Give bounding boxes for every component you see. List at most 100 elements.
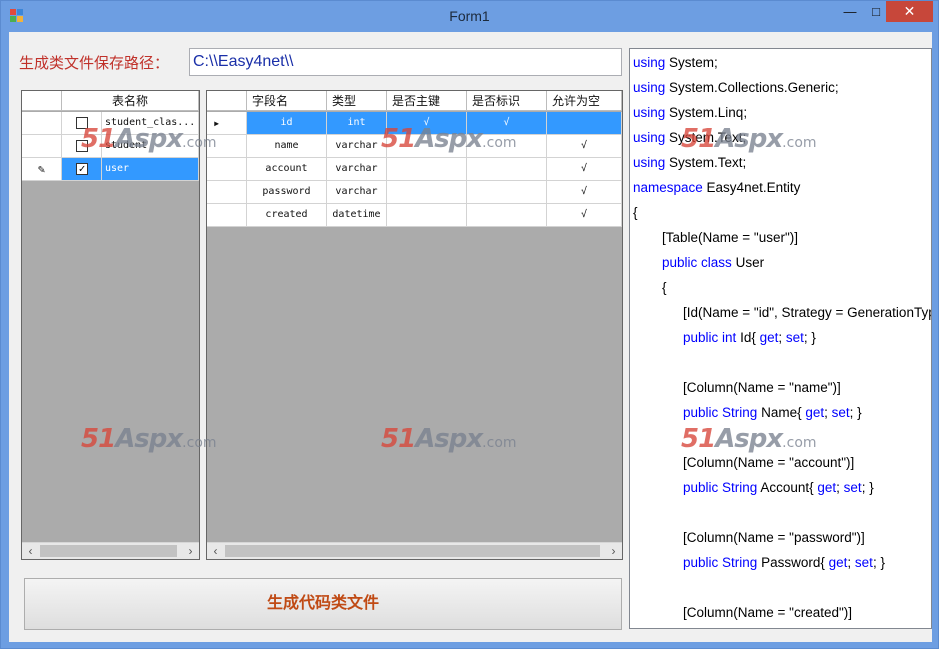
scroll-thumb[interactable] (40, 545, 177, 557)
code-token: [Column(Name = "account")] (683, 455, 855, 470)
minimize-button[interactable]: — (837, 1, 863, 22)
row-header[interactable] (22, 135, 62, 158)
code-token: String (722, 480, 758, 495)
field-type-cell[interactable]: varchar (327, 158, 387, 181)
close-button[interactable]: ✕ (886, 1, 933, 22)
scroll-left-icon[interactable]: ‹ (207, 543, 224, 559)
code-token: [Column(Name = "password")] (683, 530, 865, 545)
fields-hscrollbar[interactable]: ‹ › (207, 542, 622, 559)
row-header-corner (207, 91, 247, 111)
row-header[interactable] (207, 181, 247, 204)
column-header[interactable]: 字段名 (247, 91, 327, 111)
field-pk-cell[interactable] (387, 158, 467, 181)
watermark-text: 51 (381, 424, 416, 454)
watermark-text: .com (182, 135, 217, 151)
field-identity-cell[interactable] (467, 158, 547, 181)
watermark-text: .com (782, 435, 817, 451)
field-identity-cell[interactable] (467, 204, 547, 227)
field-nullable-cell[interactable]: √ (547, 158, 622, 181)
field-nullable-cell[interactable]: √ (547, 135, 622, 158)
scroll-right-icon[interactable]: › (605, 543, 622, 559)
field-pk-cell[interactable] (387, 181, 467, 204)
code-token: Account{ (757, 480, 818, 495)
code-line: public class User (662, 255, 764, 270)
code-token: public (683, 330, 719, 345)
field-type-cell[interactable]: int (327, 112, 387, 135)
field-name-cell[interactable]: name (247, 135, 327, 158)
field-identity-cell[interactable] (467, 181, 547, 204)
table-name-cell[interactable]: user (102, 158, 199, 181)
code-token: ; } (803, 330, 816, 345)
watermark-text: Aspx (115, 124, 183, 154)
row-header[interactable] (207, 158, 247, 181)
field-type-cell[interactable]: datetime (327, 204, 387, 227)
form-client-area: 生成类文件保存路径： C:\\Easy4net\\ 表名称 student_cl… (9, 32, 932, 642)
column-header[interactable]: 类型 (327, 91, 387, 111)
save-path-input[interactable]: C:\\Easy4net\\ (189, 48, 622, 76)
field-pk-cell[interactable] (387, 204, 467, 227)
row-header-corner (22, 91, 62, 111)
column-header[interactable]: 是否主键 (387, 91, 467, 111)
code-token: using (633, 55, 666, 70)
watermark-text: 51 (381, 124, 416, 154)
code-token: Password{ (757, 555, 829, 570)
code-token: using (633, 105, 666, 120)
title-bar[interactable]: Form1 — □ ✕ (1, 1, 938, 30)
code-line: public String Account{ get; set; } (683, 480, 874, 495)
field-nullable-cell[interactable] (547, 112, 622, 135)
field-nullable-cell[interactable]: √ (547, 181, 622, 204)
generate-code-button[interactable]: 生成代码类文件 (24, 578, 622, 630)
code-token: set (785, 330, 804, 345)
pencil-icon[interactable]: ✎ (22, 158, 62, 181)
field-name-cell[interactable]: created (247, 204, 327, 227)
row-header[interactable] (207, 204, 247, 227)
code-token: String (722, 555, 758, 570)
code-line: using System.Collections.Generic; (633, 80, 839, 95)
code-line: [Column(Name = "name")] (683, 380, 841, 395)
code-line: [Id(Name = "id", Strategy = GenerationTy… (683, 305, 931, 320)
row-header[interactable] (22, 112, 62, 135)
field-nullable-cell[interactable]: √ (547, 204, 622, 227)
scroll-thumb[interactable] (225, 545, 600, 557)
field-type-cell[interactable]: varchar (327, 135, 387, 158)
code-line: [Column(Name = "created")] (683, 605, 852, 620)
watermark-text: .com (482, 435, 517, 451)
watermark-logo: 51Aspx.com (81, 424, 217, 454)
watermark-text: Aspx (715, 424, 783, 454)
field-name-cell[interactable]: id (247, 112, 327, 135)
tables-grid[interactable]: 表名称 student_clas... student ✎ ✓ user ‹ › (21, 90, 200, 560)
code-line: using System.Text; (633, 155, 746, 170)
scroll-left-icon[interactable]: ‹ (22, 543, 39, 559)
code-token: Name{ (757, 405, 806, 420)
code-line: [Column(Name = "account")] (683, 455, 854, 470)
column-header-table-name[interactable]: 表名称 (62, 91, 199, 111)
field-name-cell[interactable]: password (247, 181, 327, 204)
code-token: { (633, 205, 638, 220)
fields-grid[interactable]: 字段名 类型 是否主键 是否标识 允许为空 ▸ id int √ √ name varchar √ ac… (206, 90, 623, 560)
code-token: set (843, 480, 862, 495)
column-header[interactable]: 允许为空 (547, 91, 622, 111)
code-token: Easy4net.Entity (702, 180, 801, 195)
tables-hscrollbar[interactable]: ‹ › (22, 542, 199, 559)
code-line: public String Password{ get; set; } (683, 555, 885, 570)
code-line: { (662, 280, 667, 295)
watermark-logo: 51Aspx.com (681, 424, 817, 454)
field-type-cell[interactable]: varchar (327, 181, 387, 204)
code-token: get (817, 480, 837, 495)
code-token: set (831, 405, 850, 420)
scroll-right-icon[interactable]: › (182, 543, 199, 559)
code-line: using System.Linq; (633, 105, 747, 120)
field-name-cell[interactable]: account (247, 158, 327, 181)
code-token: ; } (849, 405, 862, 420)
checkbox-cell[interactable]: ✓ (62, 158, 102, 181)
watermark-text: Aspx (715, 124, 783, 154)
code-token: public (662, 255, 698, 270)
column-header[interactable]: 是否标识 (467, 91, 547, 111)
table-checkbox[interactable]: ✓ (76, 163, 88, 175)
window-title: Form1 (449, 8, 490, 24)
code-token: System.Linq; (665, 105, 748, 120)
code-line: [Column(Name = "password")] (683, 530, 865, 545)
watermark-text: Aspx (415, 124, 483, 154)
code-token: get (805, 405, 825, 420)
code-token: [Table(Name = "user")] (662, 230, 799, 245)
